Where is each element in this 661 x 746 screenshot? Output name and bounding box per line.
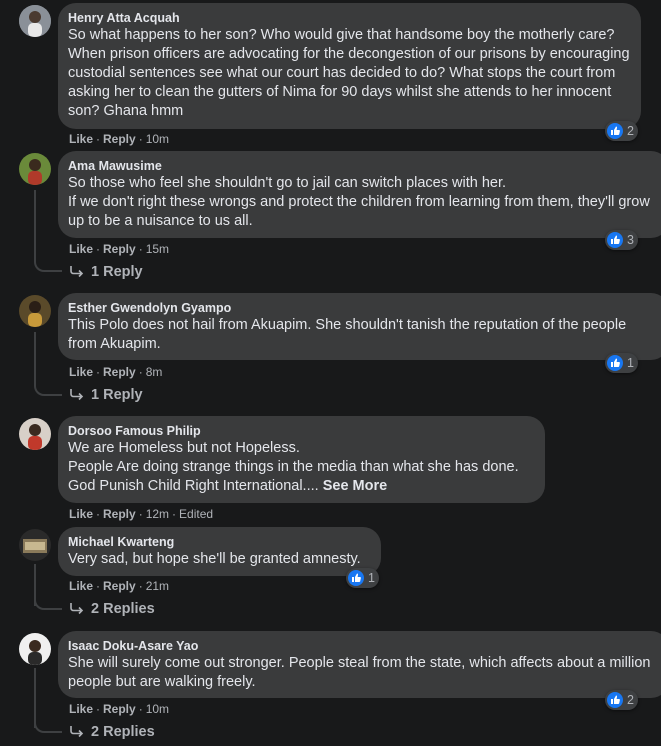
thread-connector (34, 596, 62, 610)
reply-arrow-icon (70, 389, 84, 401)
see-more-link[interactable]: See More (323, 478, 387, 494)
comment-bubble: Esther Gwendolyn Gyampo This Polo does n… (58, 293, 661, 360)
view-replies-button[interactable]: 2 Replies (69, 601, 155, 617)
like-button[interactable]: Like (69, 702, 93, 716)
comment-bubble: Dorsoo Famous Philip We are Homeless but… (58, 416, 545, 503)
reply-button[interactable]: Reply (103, 242, 136, 256)
avatar[interactable] (19, 5, 51, 37)
like-thumb-icon (607, 232, 623, 248)
reaction-count[interactable]: 3 (605, 230, 638, 250)
comment-text-body: We are Homeless but not Hopeless. People… (68, 440, 519, 494)
reply-arrow-icon (70, 726, 84, 738)
comment-text: We are Homeless but not Hopeless. People… (68, 439, 535, 496)
reaction-number: 1 (627, 356, 634, 370)
timestamp[interactable]: 10m (146, 132, 169, 146)
like-button[interactable]: Like (69, 365, 93, 379)
reply-button[interactable]: Reply (103, 702, 136, 716)
comment-meta: Like · Reply · 8m (69, 365, 163, 379)
comment-author[interactable]: Ama Mawusime (68, 158, 659, 174)
view-replies-button[interactable]: 2 Replies (69, 724, 155, 740)
thread-connector (34, 258, 62, 272)
avatar[interactable] (19, 529, 51, 561)
like-thumb-icon (607, 123, 623, 139)
avatar[interactable] (19, 295, 51, 327)
thread-line (34, 332, 36, 384)
like-button[interactable]: Like (69, 242, 93, 256)
like-button[interactable]: Like (69, 507, 93, 521)
comment-bubble: Ama Mawusime So those who feel she shoul… (58, 151, 661, 238)
comment-bubble: Michael Kwarteng Very sad, but hope she'… (58, 527, 381, 576)
reply-arrow-icon (70, 603, 84, 615)
comment-author[interactable]: Dorsoo Famous Philip (68, 423, 535, 439)
like-thumb-icon (348, 570, 364, 586)
comment-bubble: Henry Atta Acquah So what happens to her… (58, 3, 641, 129)
reaction-number: 1 (368, 571, 375, 585)
timestamp[interactable]: 12m (146, 507, 169, 521)
reply-button[interactable]: Reply (103, 365, 136, 379)
timestamp[interactable]: 8m (146, 365, 163, 379)
thread-line (34, 190, 36, 260)
like-thumb-icon (607, 692, 623, 708)
reaction-count[interactable]: 1 (605, 353, 638, 373)
like-button[interactable]: Like (69, 132, 93, 146)
reaction-number: 3 (627, 233, 634, 247)
comment-text: This Polo does not hail from Akuapim. Sh… (68, 317, 627, 352)
comment-author[interactable]: Esther Gwendolyn Gyampo (68, 300, 659, 316)
comment-bubble: Isaac Doku-Asare Yao She will surely com… (58, 631, 661, 698)
reaction-number: 2 (627, 124, 634, 138)
replies-label: 2 Replies (91, 601, 155, 617)
comment-meta: Like · Reply · 21m (69, 579, 170, 593)
avatar[interactable] (19, 153, 51, 185)
replies-label: 1 Reply (91, 264, 143, 280)
comment-text: So those who feel she shouldn't go to ja… (68, 175, 650, 229)
comment-meta: Like · Reply · 12m · Edited (69, 507, 214, 521)
reply-button[interactable]: Reply (103, 132, 136, 146)
reply-button[interactable]: Reply (103, 579, 136, 593)
replies-label: 2 Replies (91, 724, 155, 740)
view-replies-button[interactable]: 1 Reply (69, 387, 143, 403)
reaction-count[interactable]: 1 (346, 568, 379, 588)
comment-meta: Like · Reply · 15m (69, 242, 170, 256)
reaction-number: 2 (627, 693, 634, 707)
comment-text: So what happens to her son? Who would gi… (68, 27, 630, 119)
edited-label[interactable]: Edited (179, 507, 213, 521)
comment-author[interactable]: Michael Kwarteng (68, 534, 371, 550)
reaction-count[interactable]: 2 (605, 690, 638, 710)
timestamp[interactable]: 10m (146, 702, 169, 716)
avatar[interactable] (19, 418, 51, 450)
comment-meta: Like · Reply · 10m (69, 702, 170, 716)
comment-author[interactable]: Isaac Doku-Asare Yao (68, 638, 659, 654)
comment-text: Very sad, but hope she'll be granted amn… (68, 551, 361, 567)
like-thumb-icon (607, 355, 623, 371)
reaction-count[interactable]: 2 (605, 121, 638, 141)
like-button[interactable]: Like (69, 579, 93, 593)
comment-text: She will surely come out stronger. Peopl… (68, 655, 651, 690)
thread-connector (34, 382, 62, 396)
reply-button[interactable]: Reply (103, 507, 136, 521)
timestamp[interactable]: 21m (146, 579, 169, 593)
timestamp[interactable]: 15m (146, 242, 169, 256)
comment-author[interactable]: Henry Atta Acquah (68, 10, 631, 26)
thread-connector (34, 719, 62, 733)
comment-meta: Like · Reply · 10m (69, 132, 170, 146)
replies-label: 1 Reply (91, 387, 143, 403)
avatar[interactable] (19, 633, 51, 665)
reply-arrow-icon (70, 266, 84, 278)
view-replies-button[interactable]: 1 Reply (69, 264, 143, 280)
